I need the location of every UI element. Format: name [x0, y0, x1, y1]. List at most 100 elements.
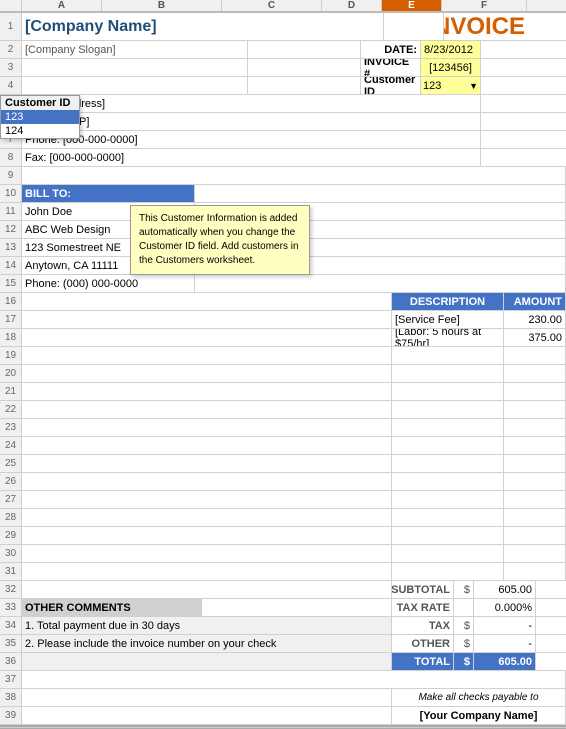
row-num-1: 1: [0, 13, 22, 40]
company-name-cell: [Company Name]: [22, 13, 384, 40]
row-35: 35 2. Please include the invoice number …: [0, 635, 566, 653]
empty-18a: [22, 329, 392, 346]
row-8: 8 Fax: [000-000-0000]: [0, 149, 566, 167]
row-38: 38 Make all checks payable to: [0, 689, 566, 707]
row-28: 28: [0, 509, 566, 527]
row-32: 32 SUBTOTAL $ 605.00: [0, 581, 566, 599]
empty-3c: [248, 59, 361, 76]
invoice-num-value[interactable]: [123456]: [421, 59, 481, 76]
empty-4c: [248, 77, 361, 94]
desc-row17[interactable]: [Service Fee]: [392, 311, 504, 328]
column-headers: A B C D E F: [0, 0, 566, 13]
tooltip-text: This Customer Information is added autom…: [139, 213, 299, 266]
row-num-11: 11: [0, 203, 22, 220]
invoice-num-label: INVOICE #: [361, 59, 421, 76]
subtotal-value: 605.00: [474, 581, 536, 598]
empty-8f: [481, 149, 566, 166]
comment-line-2: 2. Please include the invoice number on …: [22, 635, 392, 652]
corner-cell: [0, 0, 22, 11]
customer-id-cell[interactable]: 123 ▼ Customer ID 123 124: [421, 77, 481, 94]
row-27: 27: [0, 491, 566, 509]
row-10: 10 BILL TO:: [0, 185, 566, 203]
row-37: 37: [0, 671, 566, 689]
col-header-A: A: [22, 0, 102, 11]
tax-value: -: [474, 617, 536, 634]
phone-cell: Phone: [000-000-0000]: [22, 131, 481, 148]
row-30: 30: [0, 545, 566, 563]
fax-cell: Fax: [000-000-0000]: [22, 149, 481, 166]
bill-phone: Phone: (000) 000-0000: [22, 275, 195, 292]
empty-15b: [195, 275, 566, 292]
tax-rate-value[interactable]: 0.000%: [474, 599, 536, 616]
row-num-14: 14: [0, 257, 22, 274]
row-6: 6 [City, ST ZIP]: [0, 113, 566, 131]
row-15: 15 Phone: (000) 000-0000: [0, 275, 566, 293]
invoice-title: INVOICE: [444, 13, 529, 40]
empty-7f: [481, 131, 566, 148]
row-23: 23: [0, 419, 566, 437]
city-cell: [City, ST ZIP]: [22, 113, 481, 130]
empty-3a: [22, 59, 248, 76]
dropdown-arrow-icon[interactable]: ▼: [469, 81, 478, 91]
bill-to-label: BILL TO:: [22, 185, 195, 202]
customer-id-wrapper: 123 ▼: [421, 80, 480, 92]
row-num-3: 3: [0, 59, 22, 76]
customer-id-label: Customer ID: [361, 77, 421, 94]
col-header-C: C: [222, 0, 322, 11]
customer-id-value: 123: [423, 80, 469, 92]
row-18: 18 [Labor: 5 hours at $75/hr] 375.00: [0, 329, 566, 347]
col-header-E: E: [382, 0, 442, 11]
row-19: 19: [0, 347, 566, 365]
amount-header: AMOUNT: [504, 293, 566, 310]
empty-4f: [481, 77, 566, 94]
row-num-2: 2: [0, 41, 22, 58]
row-num-9: 9: [0, 167, 22, 184]
row-34: 34 1. Total payment due in 30 days TAX $…: [0, 617, 566, 635]
row-num-8: 8: [0, 149, 22, 166]
total-value: 605.00: [474, 653, 536, 670]
address-cell: [Stress Address]: [22, 95, 481, 112]
desc-header: DESCRIPTION: [392, 293, 504, 310]
row-num-15: 15: [0, 275, 22, 292]
date-value[interactable]: 8/23/2012: [421, 41, 481, 58]
row-25: 25: [0, 455, 566, 473]
other-currency: $: [454, 635, 474, 652]
row-2: 2 [Company Slogan] DATE: 8/23/2012: [0, 41, 566, 59]
empty-17a: [22, 311, 392, 328]
empty-2f: [481, 41, 566, 58]
empty-1e: [384, 13, 444, 40]
payment-note: Make all checks payable to: [392, 689, 566, 706]
row-5: 5 [Stress Address]: [0, 95, 566, 113]
col-header-D: D: [322, 0, 382, 11]
row-1: 1 [Company Name] INVOICE: [0, 13, 566, 41]
row-num-12: 12: [0, 221, 22, 238]
empty-5f: [481, 95, 566, 112]
comment-line-1: 1. Total payment due in 30 days: [22, 617, 392, 634]
row-7: 7 Phone: [000-000-0000]: [0, 131, 566, 149]
empty-3f: [481, 59, 566, 76]
row-22: 22: [0, 401, 566, 419]
empty-10b: [195, 185, 566, 202]
row-39: 39 [Your Company Name]: [0, 707, 566, 725]
row-16: 16 DESCRIPTION AMOUNT: [0, 293, 566, 311]
row-31: 31: [0, 563, 566, 581]
row-20: 20: [0, 365, 566, 383]
col-header-F: F: [442, 0, 527, 11]
company-name-note: [Your Company Name]: [392, 707, 566, 724]
amount-row17[interactable]: 230.00: [504, 311, 566, 328]
subtotal-label: SUBTOTAL: [392, 581, 454, 598]
row-17: 17 [Service Fee] 230.00: [0, 311, 566, 329]
row-33: 33 OTHER COMMENTS TAX RATE 0.000%: [0, 599, 566, 617]
subtotal-currency: $: [454, 581, 474, 598]
row-num-10: 10: [0, 185, 22, 202]
row-num-13: 13: [0, 239, 22, 256]
company-slogan-cell: [Company Slogan]: [22, 41, 248, 58]
other-label: OTHER: [392, 635, 454, 652]
tax-currency: $: [454, 617, 474, 634]
row-num-18: 18: [0, 329, 22, 346]
row-9: 9: [0, 167, 566, 185]
desc-row18[interactable]: [Labor: 5 hours at $75/hr]: [392, 329, 504, 346]
row-num-16: 16: [0, 293, 22, 310]
amount-row18[interactable]: 375.00: [504, 329, 566, 346]
empty-9: [22, 167, 566, 184]
